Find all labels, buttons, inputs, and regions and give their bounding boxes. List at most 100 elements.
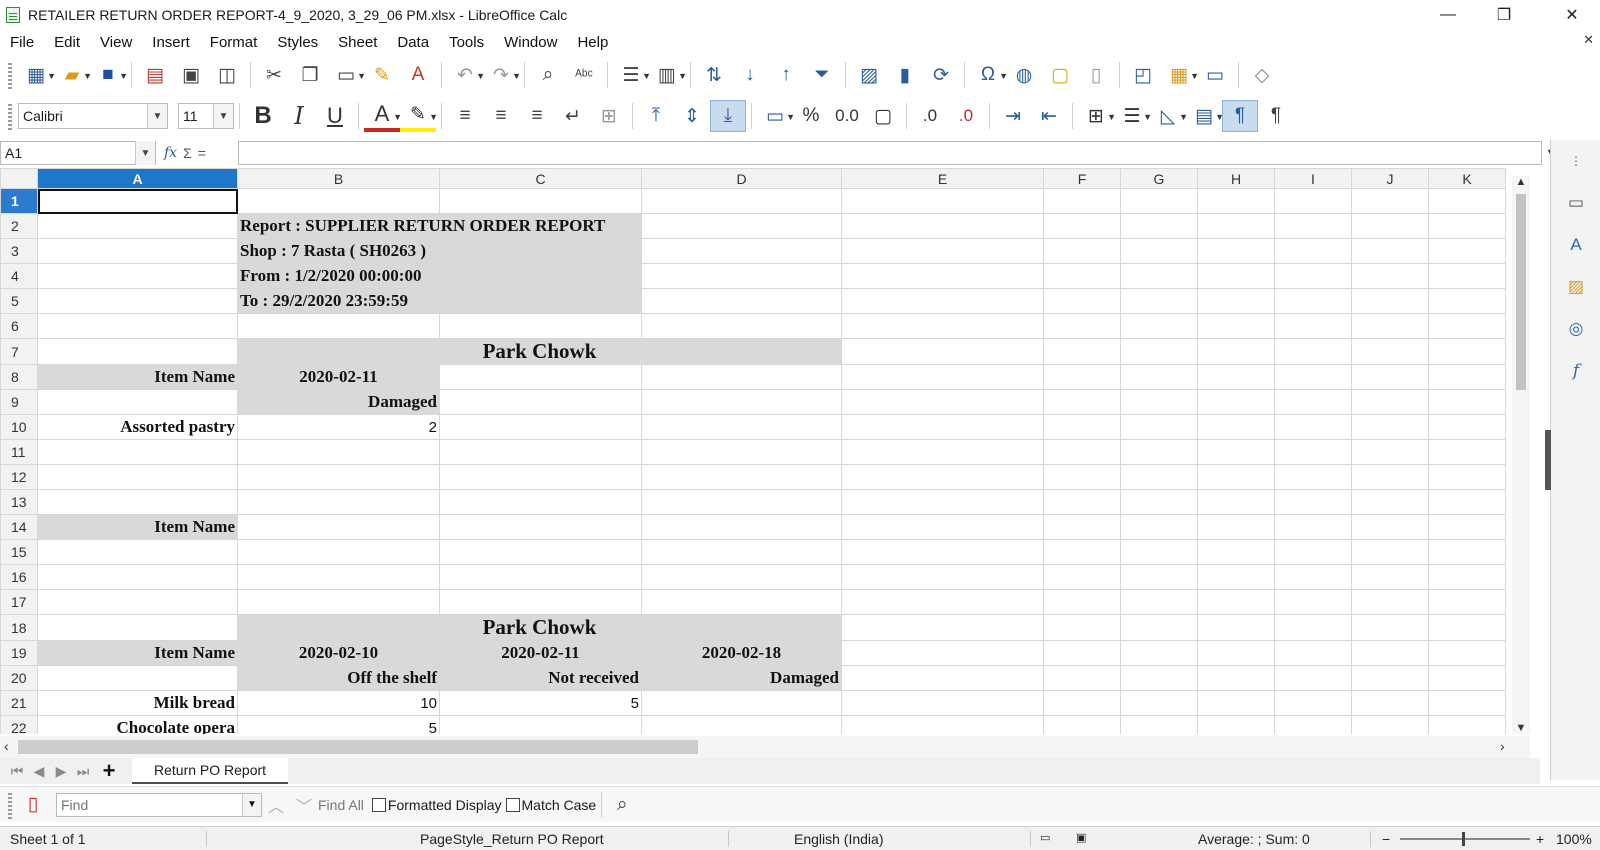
autofilter-icon[interactable]: ⏷	[804, 59, 840, 91]
sum-icon[interactable]: Σ	[183, 145, 192, 161]
scroll-up-icon[interactable]: ▲	[1512, 176, 1530, 188]
formatted-display-checkbox[interactable]: Formatted Display	[371, 797, 502, 813]
zoom-slider-knob[interactable]	[1462, 832, 1465, 846]
toolbar-grip[interactable]	[8, 61, 12, 89]
menu-edit[interactable]: Edit	[44, 34, 90, 51]
from-date-cell[interactable]: From : 1/2/2020 00:00:00	[237, 263, 642, 289]
chevron-down-icon[interactable]: ▼	[213, 104, 233, 128]
export-pdf-icon[interactable]: ▤	[137, 59, 173, 91]
row-header[interactable]: 8	[0, 364, 38, 390]
find-input[interactable]	[57, 796, 242, 813]
formula-input[interactable]	[238, 141, 1542, 165]
row-header[interactable]: 22	[0, 715, 38, 734]
menu-help[interactable]: Help	[567, 34, 618, 51]
styles-icon[interactable]: A	[1563, 232, 1589, 258]
close-find-bar-icon[interactable]: ▯	[18, 789, 48, 821]
menu-sheet[interactable]: Sheet	[328, 34, 387, 51]
align-left-icon[interactable]: ≡	[447, 100, 483, 132]
row-header[interactable]: 21	[0, 690, 38, 716]
wrap-text-icon[interactable]: ↵	[555, 100, 591, 132]
zoom-in-button[interactable]: +	[1536, 831, 1544, 847]
properties-icon[interactable]: ▭	[1563, 190, 1589, 216]
reason-header-cell[interactable]: Not received	[439, 665, 642, 691]
page-style[interactable]: PageStyle_Return PO Report	[420, 831, 604, 847]
row-header[interactable]: 18	[0, 614, 38, 641]
column-header[interactable]: C	[439, 168, 642, 189]
scroll-down-icon[interactable]: ▼	[1512, 722, 1530, 734]
chevron-down-icon[interactable]: ▼	[242, 793, 261, 816]
increase-indent-icon[interactable]: ⇥	[995, 100, 1031, 132]
insert-chart-icon[interactable]: ▮	[887, 59, 923, 91]
open-folder-icon[interactable]: ▰ ▼	[54, 59, 92, 91]
location-header-cell[interactable]: Park Chowk	[237, 338, 842, 365]
row-header[interactable]: 13	[0, 489, 38, 515]
zoom-slider[interactable]	[1400, 838, 1530, 840]
location-header-cell[interactable]: Park Chowk	[237, 614, 842, 641]
column-header[interactable]: D	[641, 168, 842, 189]
vertical-scrollbar[interactable]: ▲ ▼	[1512, 176, 1530, 734]
row-header[interactable]: 5	[0, 288, 38, 314]
quantity-cell[interactable]: 2	[237, 414, 440, 440]
select-all-corner[interactable]	[0, 168, 38, 189]
chevron-down-icon[interactable]: ▼	[147, 104, 167, 128]
checkbox-box[interactable]	[371, 797, 386, 812]
row-icon[interactable]: ☰ ▼	[613, 59, 651, 91]
date-header-cell[interactable]: 2020-02-11	[439, 640, 642, 666]
zoom-out-button[interactable]: −	[1382, 831, 1390, 847]
underline-icon[interactable]: U	[317, 100, 353, 132]
row-header[interactable]: 7	[0, 338, 38, 365]
merge-cells-icon[interactable]: ⊞	[591, 100, 627, 132]
match-case-checkbox[interactable]: Match Case	[505, 797, 596, 813]
row-header[interactable]: 15	[0, 539, 38, 565]
clone-formatting-icon[interactable]: ✎	[364, 59, 400, 91]
save-icon[interactable]: ■ ▼	[90, 59, 128, 91]
add-decimal-icon[interactable]: .0	[912, 100, 948, 132]
item-name-header-cell[interactable]: Item Name	[37, 364, 238, 390]
functions-icon[interactable]: f	[1563, 358, 1589, 384]
new-document-icon[interactable]: ▦ ▼	[18, 59, 56, 91]
row-header[interactable]: 10	[0, 414, 38, 440]
toolbar-grip[interactable]	[8, 102, 12, 130]
find-replace-dialog-icon[interactable]: ⌕	[607, 789, 637, 821]
close-button[interactable]: ✕	[1544, 0, 1600, 30]
reason-header-cell[interactable]: Damaged	[641, 665, 842, 691]
clear-formatting-icon[interactable]: A	[400, 59, 436, 91]
menu-format[interactable]: Format	[200, 34, 268, 51]
cell-a1[interactable]	[37, 188, 238, 214]
spelling-icon[interactable]: ᴬᵇᶜ	[566, 59, 602, 91]
scroll-right-icon[interactable]: ›	[1500, 738, 1505, 754]
row-header[interactable]: 19	[0, 640, 38, 666]
font-size-select[interactable]: 11 ▼	[178, 103, 234, 129]
checkbox-box[interactable]	[505, 797, 520, 812]
pivot-table-icon[interactable]: ⟳	[923, 59, 959, 91]
sort-ascending-icon[interactable]: ↓	[732, 59, 768, 91]
navigator-icon[interactable]: ◎	[1563, 316, 1589, 342]
row-header[interactable]: 11	[0, 439, 38, 465]
date-header-cell[interactable]: 2020-02-18	[641, 640, 842, 666]
menu-data[interactable]: Data	[387, 34, 439, 51]
reason-header-cell[interactable]: Off the shelf	[237, 665, 440, 691]
add-sheet-button[interactable]: +	[94, 758, 124, 784]
row-header[interactable]: 20	[0, 665, 38, 691]
column-header[interactable]: H	[1197, 168, 1275, 189]
align-top-icon[interactable]: ⤒	[638, 100, 674, 132]
row-header[interactable]: 3	[0, 238, 38, 264]
print-preview-icon[interactable]: ◫	[209, 59, 245, 91]
menu-file[interactable]: File	[0, 34, 44, 51]
to-date-cell[interactable]: To : 29/2/2020 23:59:59	[237, 288, 642, 314]
previous-sheet-icon[interactable]: ◀	[28, 763, 50, 780]
zoom-level[interactable]: 100%	[1556, 831, 1592, 847]
selection-mode-icon[interactable]: ▭	[1040, 831, 1050, 844]
hyperlink-icon[interactable]: ◍	[1006, 59, 1042, 91]
sidebar-collapse-handle[interactable]	[1545, 430, 1551, 490]
highlight-color-icon[interactable]: ✎ ▼	[400, 100, 438, 132]
special-character-icon[interactable]: Ω ▼	[970, 59, 1008, 91]
row-header[interactable]: 9	[0, 389, 38, 415]
show-draw-functions-icon[interactable]: ◇	[1244, 59, 1280, 91]
menu-window[interactable]: Window	[494, 34, 567, 51]
align-bottom-icon[interactable]: ⤓	[710, 100, 746, 132]
horizontal-scrollbar[interactable]: ‹ ›	[0, 736, 1530, 758]
item-name-header-cell[interactable]: Item Name	[37, 514, 238, 540]
split-window-icon[interactable]: ▭	[1197, 59, 1233, 91]
border-color-icon[interactable]: ◺ ▼	[1150, 100, 1188, 132]
